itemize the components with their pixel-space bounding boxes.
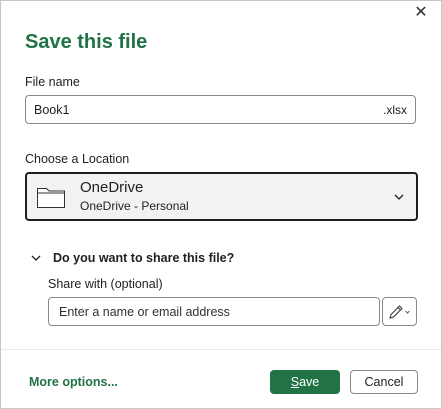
folder-icon	[37, 187, 65, 208]
location-name: OneDrive	[80, 179, 144, 196]
close-button[interactable]: ✕	[403, 1, 439, 23]
more-options-link[interactable]: More options...	[29, 375, 118, 389]
save-dialog: ✕ Save this file File name .xlsx Choose …	[0, 0, 442, 409]
permission-button[interactable]	[382, 297, 417, 326]
file-name-label: File name	[25, 75, 80, 89]
location-detail: OneDrive - Personal	[80, 199, 189, 213]
save-label: ave	[299, 375, 320, 389]
chevron-down-icon	[31, 255, 41, 261]
save-accelerator: S	[290, 375, 300, 389]
file-extension: .xlsx	[383, 102, 407, 117]
location-dropdown[interactable]: OneDrive OneDrive - Personal	[25, 172, 418, 221]
share-field[interactable]	[48, 297, 380, 326]
share-with-label: Share with (optional)	[48, 277, 163, 291]
share-toggle[interactable]: Do you want to share this file?	[31, 251, 234, 265]
share-input[interactable]	[57, 303, 371, 320]
file-name-input[interactable]	[34, 102, 383, 117]
dialog-title: Save this file	[25, 31, 148, 53]
share-toggle-label: Do you want to share this file?	[53, 251, 235, 265]
file-name-field[interactable]: .xlsx	[25, 95, 416, 124]
save-button[interactable]: Save	[270, 370, 340, 394]
close-icon: ✕	[414, 4, 428, 21]
chevron-down-icon	[394, 194, 404, 200]
cancel-button[interactable]: Cancel	[350, 370, 418, 394]
footer-divider	[1, 349, 441, 350]
pencil-icon	[388, 304, 410, 319]
location-label: Choose a Location	[25, 152, 130, 166]
